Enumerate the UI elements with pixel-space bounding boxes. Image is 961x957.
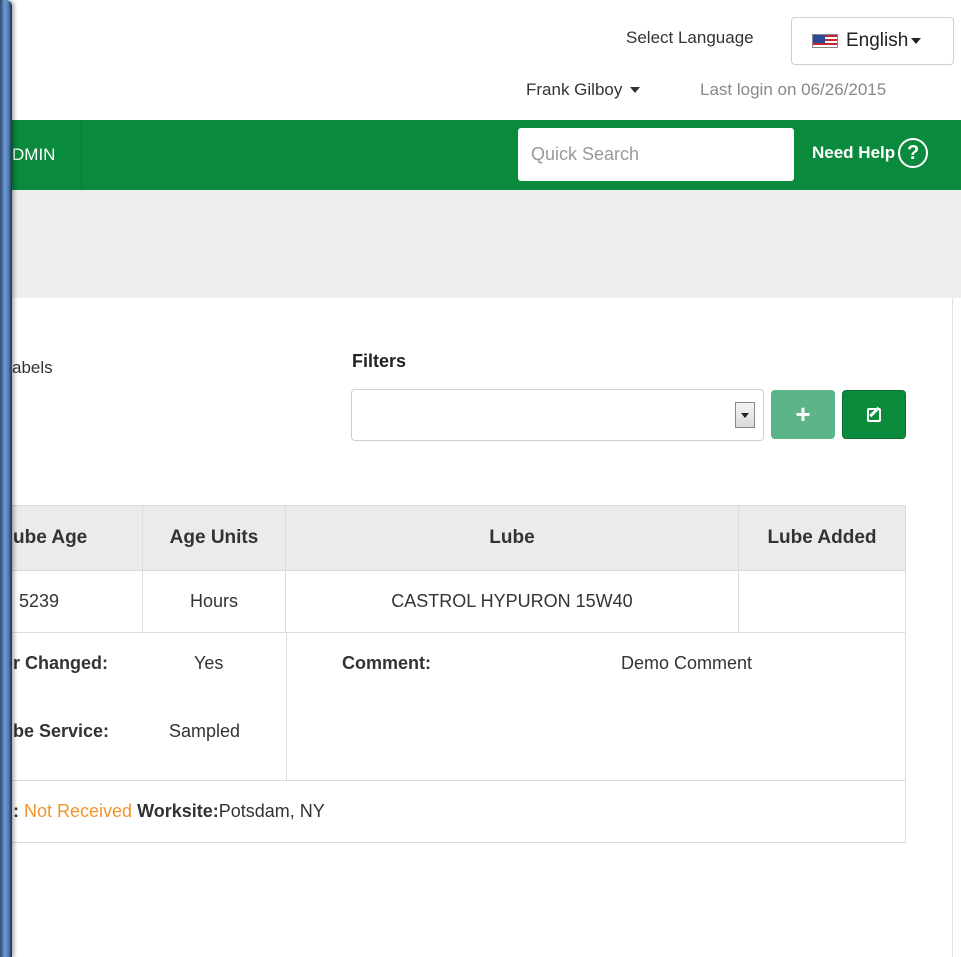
changed-value: Yes bbox=[194, 653, 224, 673]
service-value: Sampled bbox=[169, 721, 241, 741]
user-name: Frank Gilboy bbox=[526, 80, 623, 99]
table-row[interactable]: 5239 Hours CASTROL HYPURON 15W40 bbox=[0, 571, 906, 633]
us-flag-icon bbox=[812, 34, 838, 48]
question-circle-icon: ? bbox=[898, 138, 929, 168]
language-value: English bbox=[846, 30, 909, 51]
caret-down-icon bbox=[630, 87, 641, 93]
status-value: Not Received bbox=[24, 801, 133, 821]
labels-link[interactable]: abels bbox=[12, 358, 53, 378]
status-row: : Not Received Worksite: Potsdam, NY bbox=[0, 781, 906, 843]
need-help-link[interactable]: Need Help ? bbox=[812, 138, 929, 168]
select-language-label: Select Language bbox=[626, 28, 754, 47]
row-detail: r Changed: Yes be Service: Sampled Comme… bbox=[0, 633, 906, 781]
nav-item-admin[interactable]: DMIN bbox=[12, 120, 82, 190]
detail-divider bbox=[286, 633, 287, 780]
filters-title: Filters bbox=[352, 351, 407, 371]
top-header: Select Language English Frank Gilboy Las… bbox=[0, 0, 961, 120]
add-filter-button[interactable]: + bbox=[771, 390, 835, 439]
caret-down-icon bbox=[911, 38, 922, 44]
edit-filter-button[interactable] bbox=[842, 390, 906, 439]
select-arrow-icon[interactable] bbox=[735, 402, 755, 428]
comment-value: Demo Comment bbox=[621, 653, 753, 673]
col-lube[interactable]: Lube bbox=[286, 506, 739, 570]
col-lube-age[interactable]: ube Age bbox=[13, 506, 143, 570]
comment-label: Comment: bbox=[342, 653, 431, 673]
page-header-band bbox=[0, 190, 961, 298]
col-lube-added[interactable]: Lube Added bbox=[739, 506, 905, 570]
cell-age-units: Hours bbox=[143, 571, 286, 632]
worksite-label: Worksite: bbox=[137, 801, 219, 821]
cell-lube: CASTROL HYPURON 15W40 bbox=[286, 571, 739, 632]
language-dropdown[interactable]: English bbox=[791, 17, 954, 65]
filters-select[interactable] bbox=[351, 389, 764, 441]
cell-lube-age: 5239 bbox=[13, 571, 143, 632]
changed-label: r Changed: bbox=[13, 653, 109, 673]
need-help-label: Need Help bbox=[812, 143, 896, 162]
last-login-text: Last login on 06/26/2015 bbox=[700, 80, 887, 99]
user-menu[interactable]: Frank Gilboy bbox=[526, 80, 641, 100]
status-prefix: : bbox=[13, 801, 19, 821]
edit-icon bbox=[867, 407, 881, 422]
col-age-units[interactable]: Age Units bbox=[143, 506, 286, 570]
cell-lube-added bbox=[739, 571, 905, 632]
table-header: ube Age Age Units Lube Lube Added bbox=[0, 505, 906, 571]
worksite-value: Potsdam, NY bbox=[218, 801, 325, 821]
service-label: be Service: bbox=[13, 721, 110, 741]
quick-search-input[interactable] bbox=[518, 128, 794, 181]
overlapping-window-edge bbox=[0, 0, 12, 957]
